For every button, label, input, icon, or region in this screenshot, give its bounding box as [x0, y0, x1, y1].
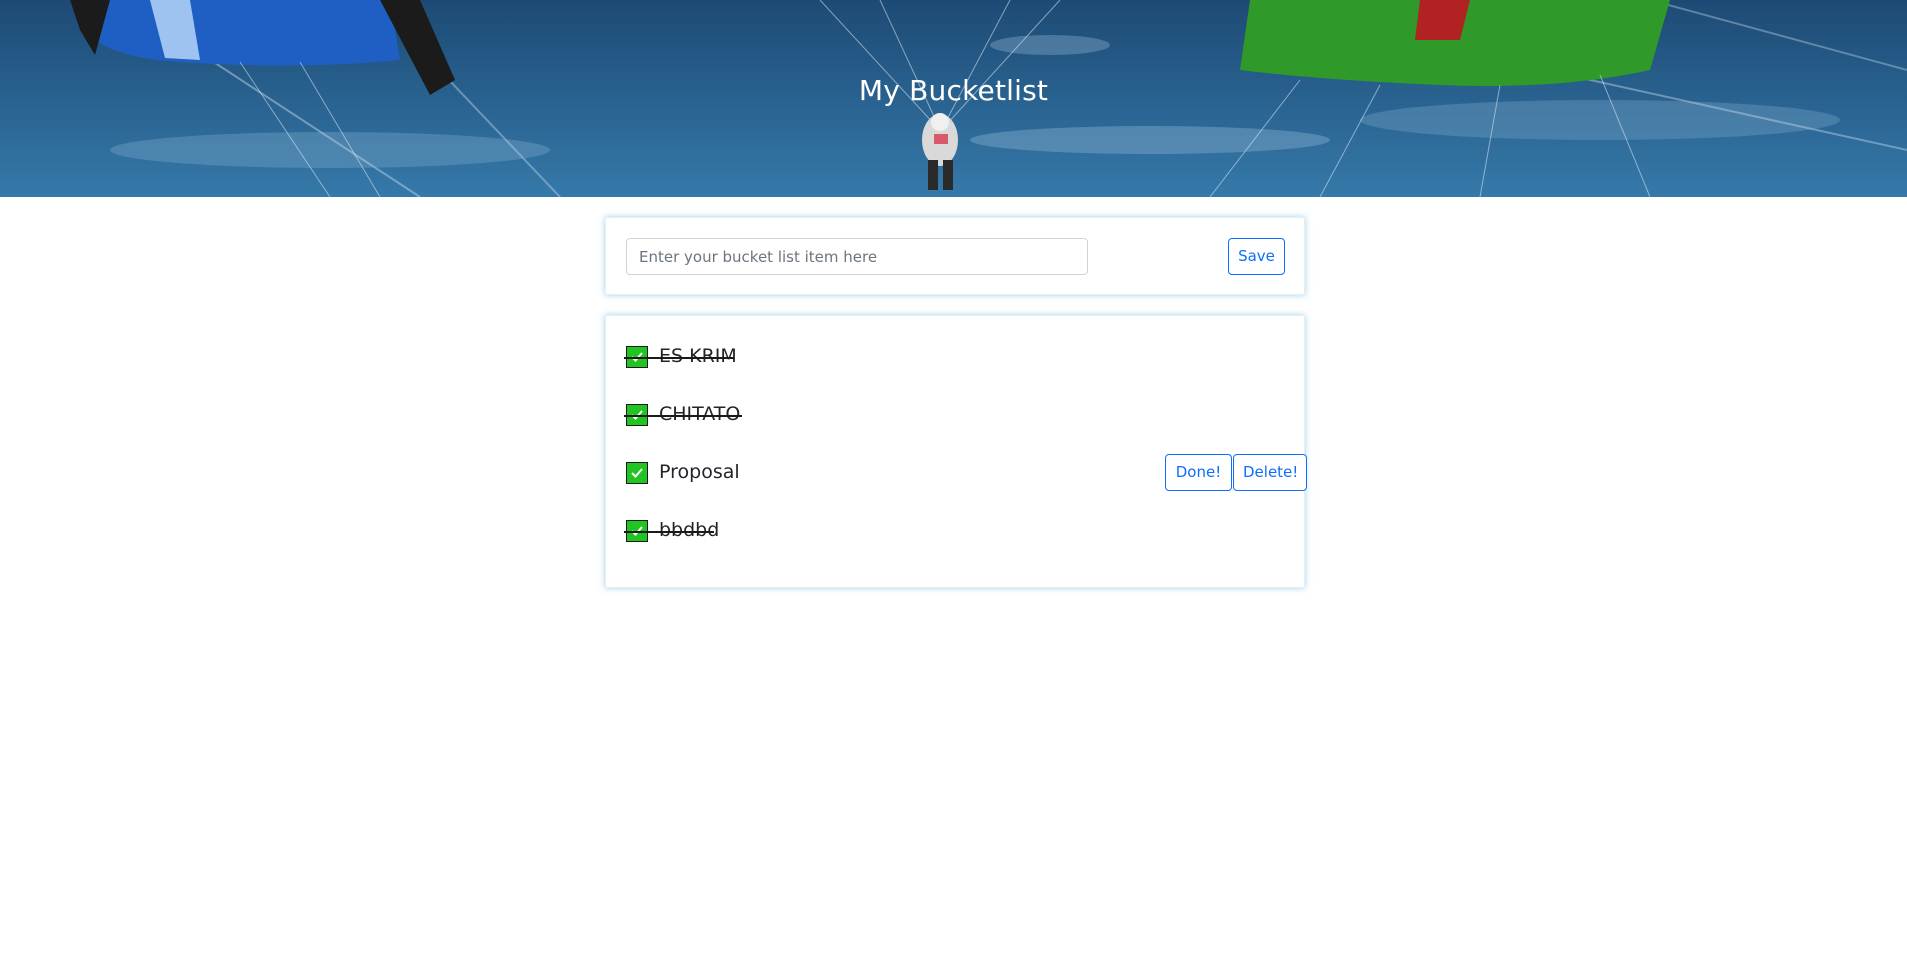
list-item: CHITATO [624, 396, 1286, 434]
page-title: My Bucketlist [858, 74, 1049, 107]
item-label: ES KRIM [659, 345, 737, 367]
bucket-list: ES KRIM CHITATO Proposal Done! Delete! b… [605, 315, 1307, 588]
strikethrough-line [624, 357, 734, 359]
strikethrough-line [624, 531, 714, 533]
list-item: bbdbd [624, 512, 1286, 550]
item-label: Proposal [659, 461, 740, 483]
strikethrough-line [624, 415, 742, 417]
item-label: CHITATO [659, 403, 741, 425]
item-label: bbdbd [659, 519, 720, 541]
checkbox-icon [626, 462, 648, 484]
hero-banner: My Bucketlist [0, 0, 1907, 197]
list-item: ES KRIM [624, 338, 1286, 376]
add-item-form: Save [605, 217, 1305, 295]
delete-button[interactable]: Delete! [1233, 454, 1307, 491]
list-item: Proposal Done! Delete! [626, 454, 1307, 492]
bucket-item-input[interactable] [626, 238, 1088, 275]
done-button[interactable]: Done! [1165, 454, 1232, 491]
save-button[interactable]: Save [1228, 238, 1285, 275]
